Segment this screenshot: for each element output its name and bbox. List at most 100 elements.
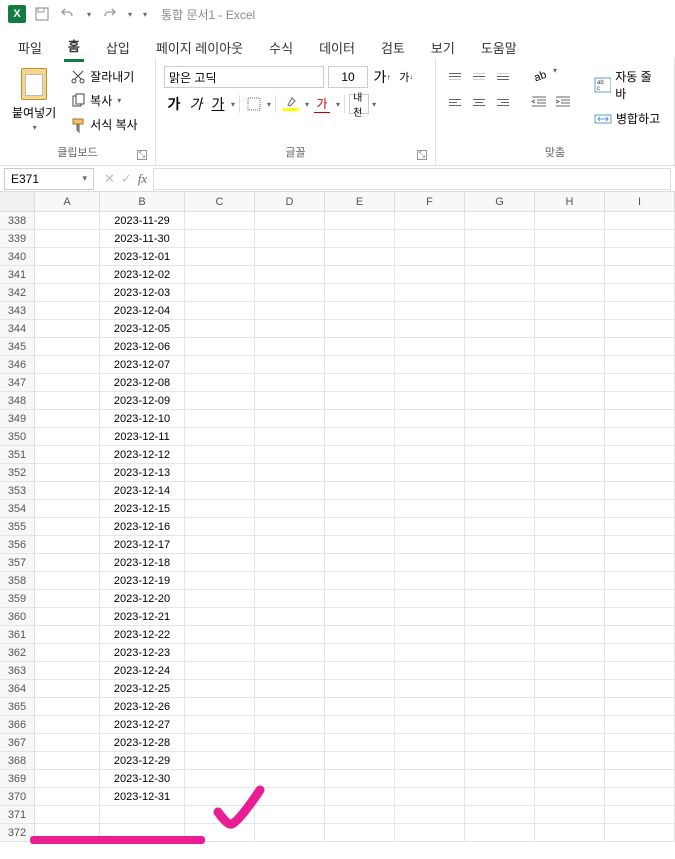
cell[interactable] <box>395 770 465 788</box>
fill-chevron-icon[interactable]: ▾ <box>305 100 309 109</box>
name-box[interactable]: E371 ▾ <box>4 168 94 190</box>
cell[interactable] <box>535 770 605 788</box>
cell[interactable] <box>185 374 255 392</box>
cell[interactable] <box>465 464 535 482</box>
col-header-I[interactable]: I <box>605 192 675 212</box>
cell[interactable] <box>465 554 535 572</box>
cell[interactable] <box>605 626 675 644</box>
cell[interactable]: 2023-12-31 <box>100 788 185 806</box>
cell[interactable] <box>35 284 100 302</box>
cell[interactable] <box>395 752 465 770</box>
cell[interactable] <box>185 392 255 410</box>
cell[interactable] <box>395 662 465 680</box>
cell[interactable] <box>395 212 465 230</box>
border-button[interactable] <box>244 94 264 114</box>
wrap-text-button[interactable]: abc 자동 줄 바 <box>592 66 666 104</box>
cell[interactable] <box>605 482 675 500</box>
cell[interactable] <box>35 266 100 284</box>
cell[interactable] <box>465 410 535 428</box>
cell[interactable] <box>465 536 535 554</box>
cell[interactable]: 2023-12-27 <box>100 716 185 734</box>
cell[interactable] <box>325 734 395 752</box>
cell[interactable] <box>255 680 325 698</box>
cell[interactable]: 2023-12-11 <box>100 428 185 446</box>
cell[interactable] <box>535 518 605 536</box>
cell[interactable] <box>35 392 100 410</box>
cell[interactable] <box>395 518 465 536</box>
cell[interactable]: 2023-12-23 <box>100 644 185 662</box>
cell[interactable] <box>185 230 255 248</box>
phonetic-chevron-icon[interactable]: ▾ <box>372 100 376 109</box>
cell[interactable] <box>185 716 255 734</box>
cell[interactable] <box>605 446 675 464</box>
cell[interactable] <box>605 536 675 554</box>
cell[interactable] <box>255 626 325 644</box>
undo-chevron-icon[interactable]: ▾ <box>87 10 91 19</box>
tab-review[interactable]: 검토 <box>377 34 409 61</box>
cell[interactable] <box>325 356 395 374</box>
select-all-corner[interactable] <box>0 192 35 212</box>
cell[interactable] <box>325 824 395 842</box>
cell[interactable] <box>395 590 465 608</box>
row-header[interactable]: 350 <box>0 428 35 446</box>
cell[interactable] <box>255 752 325 770</box>
cell[interactable] <box>395 410 465 428</box>
align-top-button[interactable] <box>444 66 466 86</box>
cell[interactable] <box>605 806 675 824</box>
name-box-chevron-icon[interactable]: ▾ <box>82 173 87 184</box>
underline-button[interactable]: 가 <box>208 94 228 114</box>
orientation-chevron-icon[interactable]: ▾ <box>553 66 557 86</box>
cell[interactable] <box>185 320 255 338</box>
cell[interactable] <box>535 644 605 662</box>
cell[interactable] <box>255 788 325 806</box>
cell[interactable] <box>35 824 100 842</box>
cell[interactable] <box>325 554 395 572</box>
cell[interactable] <box>325 788 395 806</box>
cell[interactable] <box>185 518 255 536</box>
col-header-B[interactable]: B <box>100 192 185 212</box>
cell[interactable] <box>185 464 255 482</box>
clipboard-launcher-icon[interactable]: ⤡ <box>137 150 147 160</box>
cell[interactable] <box>185 824 255 842</box>
cell[interactable] <box>255 230 325 248</box>
cell[interactable]: 2023-12-13 <box>100 464 185 482</box>
cell[interactable]: 2023-12-25 <box>100 680 185 698</box>
cell[interactable] <box>465 680 535 698</box>
cell[interactable] <box>255 302 325 320</box>
cell[interactable]: 2023-12-12 <box>100 446 185 464</box>
cell[interactable] <box>605 266 675 284</box>
cell[interactable] <box>255 824 325 842</box>
cell[interactable] <box>535 302 605 320</box>
cell[interactable] <box>325 608 395 626</box>
cell[interactable] <box>255 554 325 572</box>
cell[interactable] <box>465 662 535 680</box>
cell[interactable] <box>395 482 465 500</box>
cell[interactable] <box>35 572 100 590</box>
cell[interactable] <box>325 266 395 284</box>
qat-customize-icon[interactable]: ▾ <box>143 10 147 19</box>
bold-button[interactable]: 가 <box>164 94 184 114</box>
cell[interactable] <box>535 716 605 734</box>
font-name-select[interactable] <box>164 66 324 88</box>
cell[interactable] <box>465 572 535 590</box>
tab-formulas[interactable]: 수식 <box>265 34 297 61</box>
cell[interactable] <box>185 590 255 608</box>
cell[interactable] <box>185 212 255 230</box>
cell[interactable] <box>325 464 395 482</box>
cell[interactable] <box>325 374 395 392</box>
row-header[interactable]: 339 <box>0 230 35 248</box>
cell[interactable] <box>605 338 675 356</box>
cell[interactable] <box>605 284 675 302</box>
cell[interactable] <box>465 518 535 536</box>
cell[interactable] <box>465 752 535 770</box>
row-header[interactable]: 366 <box>0 716 35 734</box>
cell[interactable]: 2023-12-29 <box>100 752 185 770</box>
cell[interactable] <box>255 536 325 554</box>
cell[interactable] <box>465 284 535 302</box>
cell[interactable] <box>35 626 100 644</box>
cell[interactable] <box>535 374 605 392</box>
cell[interactable] <box>535 284 605 302</box>
cell[interactable] <box>605 770 675 788</box>
cell[interactable] <box>605 230 675 248</box>
cell[interactable] <box>325 770 395 788</box>
